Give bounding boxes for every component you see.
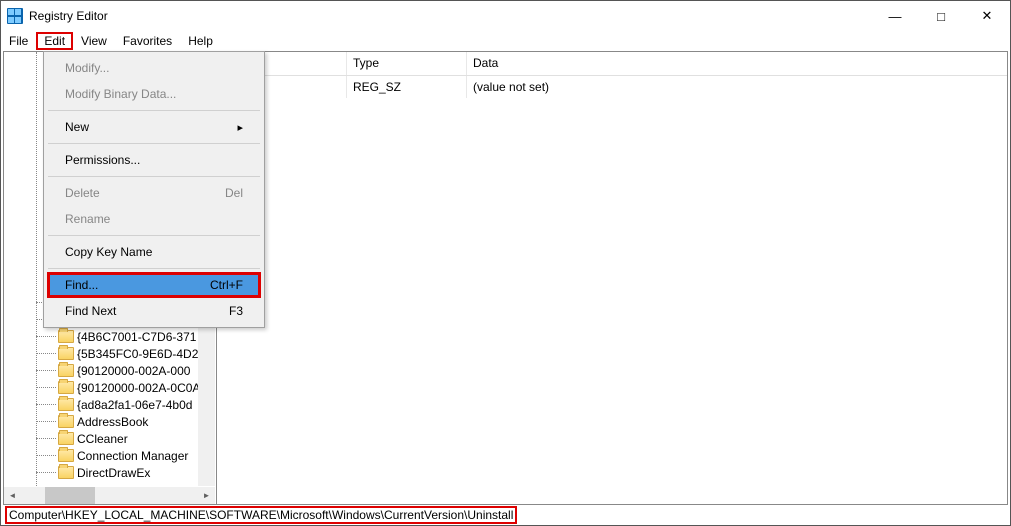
scroll-left-button[interactable]: ◄	[4, 487, 21, 504]
list-header: Name Type Data	[217, 52, 1007, 76]
menu-copy-key-name-label: Copy Key Name	[65, 245, 152, 259]
tree-node[interactable]: Connection Manager	[58, 447, 215, 464]
window-title: Registry Editor	[29, 9, 108, 23]
menu-separator	[48, 268, 260, 269]
tree-node[interactable]: {ad8a2fa1-06e7-4b0d	[58, 396, 215, 413]
titlebar: Registry Editor — □ ✕	[1, 1, 1010, 31]
menu-favorites[interactable]: Favorites	[115, 32, 180, 50]
menu-modify-binary[interactable]: Modify Binary Data...	[47, 81, 261, 107]
menu-delete[interactable]: Delete Del	[47, 180, 261, 206]
menu-view[interactable]: View	[73, 32, 115, 50]
tree-node-label: {90120000-002A-0C0A	[77, 381, 200, 395]
folder-icon	[58, 466, 74, 479]
tree-node-label: {5B345FC0-9E6D-4D2	[77, 347, 198, 361]
menu-modify-binary-label: Modify Binary Data...	[65, 87, 176, 101]
tree-node[interactable]: {4B6C7001-C7D6-371	[58, 328, 215, 345]
folder-icon	[58, 415, 74, 428]
menu-separator	[48, 110, 260, 111]
tree-node-label: AddressBook	[77, 415, 148, 429]
tree-node[interactable]: CCleaner	[58, 430, 215, 447]
tree-node-label: CCleaner	[77, 432, 128, 446]
tree-node[interactable]: {90120000-002A-000	[58, 362, 215, 379]
tree-node-label: DirectDrawEx	[77, 466, 150, 480]
tree-horizontal-scrollbar[interactable]: ◄ ►	[4, 487, 215, 504]
close-button[interactable]: ✕	[964, 1, 1010, 31]
menu-permissions-label: Permissions...	[65, 153, 140, 167]
folder-icon	[58, 449, 74, 462]
scrollbar-thumb[interactable]	[45, 487, 95, 504]
tree-node-label: Connection Manager	[77, 449, 188, 463]
list-pane: Name Type Data ault) REG_SZ (value not s…	[216, 52, 1007, 504]
menu-rename-label: Rename	[65, 212, 110, 226]
folder-icon	[58, 347, 74, 360]
menu-new[interactable]: New	[47, 114, 261, 140]
menu-separator	[48, 235, 260, 236]
menu-delete-shortcut: Del	[225, 186, 243, 200]
menubar: File Edit View Favorites Help	[1, 31, 1010, 51]
tree-node-label: {ad8a2fa1-06e7-4b0d	[77, 398, 192, 412]
menu-delete-label: Delete	[65, 186, 100, 200]
menu-copy-key-name[interactable]: Copy Key Name	[47, 239, 261, 265]
tree-node-label: {90120000-002A-000	[77, 364, 190, 378]
menu-find-shortcut: Ctrl+F	[210, 278, 243, 292]
menu-find-next-shortcut: F3	[229, 304, 243, 318]
menu-find-next-label: Find Next	[65, 304, 116, 318]
folder-icon	[58, 381, 74, 394]
menu-permissions[interactable]: Permissions...	[47, 147, 261, 173]
edit-menu-dropdown: Modify... Modify Binary Data... New Perm…	[43, 51, 265, 328]
statusbar: Computer\HKEY_LOCAL_MACHINE\SOFTWARE\Mic…	[3, 506, 1008, 524]
status-path: Computer\HKEY_LOCAL_MACHINE\SOFTWARE\Mic…	[5, 506, 517, 524]
tree-node-label: {4B6C7001-C7D6-371	[77, 330, 196, 344]
menu-find-label: Find...	[65, 278, 98, 292]
menu-rename[interactable]: Rename	[47, 206, 261, 232]
folder-icon	[58, 364, 74, 377]
menu-modify-label: Modify...	[65, 61, 109, 75]
menu-find-next[interactable]: Find Next F3	[47, 298, 261, 324]
folder-icon	[58, 330, 74, 343]
list-row[interactable]: ault) REG_SZ (value not set)	[217, 76, 1007, 98]
menu-new-label: New	[65, 120, 89, 134]
tree-node[interactable]: {5B345FC0-9E6D-4D2	[58, 345, 215, 362]
menu-modify[interactable]: Modify...	[47, 55, 261, 81]
tree-node[interactable]: DirectDrawEx	[58, 464, 215, 481]
cell-data: (value not set)	[467, 76, 1007, 98]
menu-separator	[48, 176, 260, 177]
folder-icon	[58, 398, 74, 411]
col-header-type[interactable]: Type	[347, 52, 467, 75]
cell-type: REG_SZ	[347, 76, 467, 98]
menu-edit[interactable]: Edit	[36, 32, 73, 50]
menu-help[interactable]: Help	[180, 32, 221, 50]
col-header-data[interactable]: Data	[467, 52, 1007, 75]
folder-icon	[58, 432, 74, 445]
scroll-right-button[interactable]: ►	[198, 487, 215, 504]
tree-node[interactable]: {90120000-002A-0C0A	[58, 379, 215, 396]
tree-node[interactable]: AddressBook	[58, 413, 215, 430]
menu-file[interactable]: File	[1, 32, 36, 50]
window-controls: — □ ✕	[872, 1, 1010, 31]
maximize-button[interactable]: □	[918, 1, 964, 31]
menu-separator	[48, 143, 260, 144]
scrollbar-track[interactable]	[21, 487, 198, 504]
menu-find[interactable]: Find... Ctrl+F	[47, 272, 261, 298]
regedit-icon	[7, 8, 23, 24]
minimize-button[interactable]: —	[872, 1, 918, 31]
